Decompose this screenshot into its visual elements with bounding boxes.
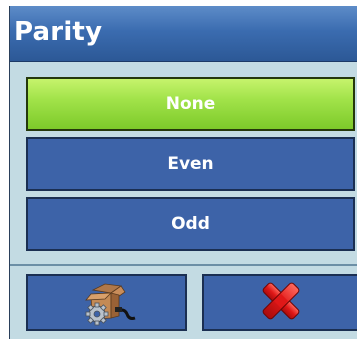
option-none-button[interactable]: None [26, 77, 355, 131]
option-odd-button[interactable]: Odd [26, 197, 355, 251]
option-none-label: None [165, 94, 216, 114]
red-x-icon [258, 278, 304, 328]
box-with-gear-icon [75, 276, 139, 330]
divider [10, 264, 357, 266]
option-even-button[interactable]: Even [26, 137, 355, 191]
cancel-button[interactable] [202, 274, 357, 331]
option-odd-label: Odd [171, 214, 210, 234]
parity-dialog: Parity None Even Odd [9, 6, 357, 339]
option-even-label: Even [167, 154, 214, 174]
dialog-title: Parity [14, 17, 103, 47]
setup-button[interactable] [26, 274, 187, 331]
title-bar: Parity [10, 6, 357, 62]
